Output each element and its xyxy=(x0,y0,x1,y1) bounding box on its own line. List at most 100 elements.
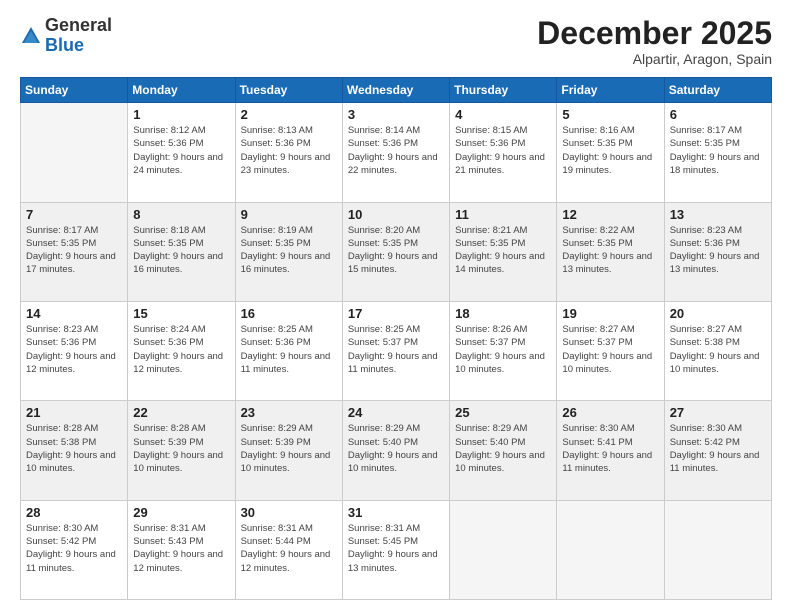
day-info: Sunrise: 8:17 AMSunset: 5:35 PMDaylight:… xyxy=(26,224,122,277)
table-row xyxy=(450,500,557,599)
day-info: Sunrise: 8:31 AMSunset: 5:45 PMDaylight:… xyxy=(348,522,444,575)
day-number: 17 xyxy=(348,306,444,321)
table-row: 6 Sunrise: 8:17 AMSunset: 5:35 PMDaylight… xyxy=(664,103,771,202)
table-row: 26 Sunrise: 8:30 AMSunset: 5:41 PMDayligh… xyxy=(557,401,664,500)
table-row: 28Sunrise: 8:30 AMSunset: 5:42 PMDayligh… xyxy=(21,500,128,599)
table-row xyxy=(557,500,664,599)
day-number: 19 xyxy=(562,306,658,321)
table-row: 21Sunrise: 8:28 AMSunset: 5:38 PMDayligh… xyxy=(21,401,128,500)
table-row: 13 Sunrise: 8:23 AMSunset: 5:36 PMDayligh… xyxy=(664,202,771,301)
day-info: Sunrise: 8:29 AMSunset: 5:40 PMDaylight:… xyxy=(455,422,551,475)
day-number: 29 xyxy=(133,505,229,520)
table-row: 12 Sunrise: 8:22 AMSunset: 5:35 PMDayligh… xyxy=(557,202,664,301)
table-row: 19 Sunrise: 8:27 AMSunset: 5:37 PMDayligh… xyxy=(557,301,664,400)
day-info: Sunrise: 8:13 AMSunset: 5:36 PMDaylight:… xyxy=(241,124,337,177)
table-row: 2 Sunrise: 8:13 AMSunset: 5:36 PMDaylight… xyxy=(235,103,342,202)
table-row: 18 Sunrise: 8:26 AMSunset: 5:37 PMDayligh… xyxy=(450,301,557,400)
header: General Blue December 2025 Alpartir, Ara… xyxy=(20,16,772,67)
day-number: 20 xyxy=(670,306,766,321)
day-info: Sunrise: 8:27 AMSunset: 5:38 PMDaylight:… xyxy=(670,323,766,376)
table-row: 10 Sunrise: 8:20 AMSunset: 5:35 PMDayligh… xyxy=(342,202,449,301)
table-row: 16 Sunrise: 8:25 AMSunset: 5:36 PMDayligh… xyxy=(235,301,342,400)
day-info: Sunrise: 8:21 AMSunset: 5:35 PMDaylight:… xyxy=(455,224,551,277)
calendar-week-row: 28Sunrise: 8:30 AMSunset: 5:42 PMDayligh… xyxy=(21,500,772,599)
table-row: 11 Sunrise: 8:21 AMSunset: 5:35 PMDayligh… xyxy=(450,202,557,301)
month-title: December 2025 xyxy=(537,16,772,51)
day-info: Sunrise: 8:28 AMSunset: 5:39 PMDaylight:… xyxy=(133,422,229,475)
day-number: 1 xyxy=(133,107,229,122)
table-row xyxy=(664,500,771,599)
day-info: Sunrise: 8:18 AMSunset: 5:35 PMDaylight:… xyxy=(133,224,229,277)
day-info: Sunrise: 8:22 AMSunset: 5:35 PMDaylight:… xyxy=(562,224,658,277)
table-row: 15 Sunrise: 8:24 AMSunset: 5:36 PMDayligh… xyxy=(128,301,235,400)
day-number: 16 xyxy=(241,306,337,321)
day-info: Sunrise: 8:20 AMSunset: 5:35 PMDaylight:… xyxy=(348,224,444,277)
day-info: Sunrise: 8:29 AMSunset: 5:39 PMDaylight:… xyxy=(241,422,337,475)
day-info: Sunrise: 8:27 AMSunset: 5:37 PMDaylight:… xyxy=(562,323,658,376)
day-number: 13 xyxy=(670,207,766,222)
day-info: Sunrise: 8:23 AMSunset: 5:36 PMDaylight:… xyxy=(670,224,766,277)
calendar-table: Sunday Monday Tuesday Wednesday Thursday… xyxy=(20,77,772,600)
table-row: 4 Sunrise: 8:15 AMSunset: 5:36 PMDaylight… xyxy=(450,103,557,202)
day-info: Sunrise: 8:28 AMSunset: 5:38 PMDaylight:… xyxy=(26,422,122,475)
day-info: Sunrise: 8:30 AMSunset: 5:42 PMDaylight:… xyxy=(670,422,766,475)
day-number: 14 xyxy=(26,306,122,321)
day-info: Sunrise: 8:17 AMSunset: 5:35 PMDaylight:… xyxy=(670,124,766,177)
day-info: Sunrise: 8:29 AMSunset: 5:40 PMDaylight:… xyxy=(348,422,444,475)
day-number: 26 xyxy=(562,405,658,420)
day-number: 3 xyxy=(348,107,444,122)
table-row: 27Sunrise: 8:30 AMSunset: 5:42 PMDayligh… xyxy=(664,401,771,500)
logo-general-text: General xyxy=(45,16,112,36)
table-row: 23 Sunrise: 8:29 AMSunset: 5:39 PMDayligh… xyxy=(235,401,342,500)
day-number: 2 xyxy=(241,107,337,122)
table-row: 17 Sunrise: 8:25 AMSunset: 5:37 PMDayligh… xyxy=(342,301,449,400)
day-info: Sunrise: 8:24 AMSunset: 5:36 PMDaylight:… xyxy=(133,323,229,376)
table-row: 14 Sunrise: 8:23 AMSunset: 5:36 PMDayligh… xyxy=(21,301,128,400)
table-row: 1 Sunrise: 8:12 AMSunset: 5:36 PMDaylight… xyxy=(128,103,235,202)
logo-icon xyxy=(20,25,42,47)
table-row xyxy=(21,103,128,202)
day-info: Sunrise: 8:31 AMSunset: 5:43 PMDaylight:… xyxy=(133,522,229,575)
day-info: Sunrise: 8:23 AMSunset: 5:36 PMDaylight:… xyxy=(26,323,122,376)
table-row: 8Sunrise: 8:18 AMSunset: 5:35 PMDaylight… xyxy=(128,202,235,301)
day-number: 18 xyxy=(455,306,551,321)
table-row: 30Sunrise: 8:31 AMSunset: 5:44 PMDayligh… xyxy=(235,500,342,599)
day-info: Sunrise: 8:19 AMSunset: 5:35 PMDaylight:… xyxy=(241,224,337,277)
day-number: 23 xyxy=(241,405,337,420)
day-number: 6 xyxy=(670,107,766,122)
col-thursday: Thursday xyxy=(450,78,557,103)
table-row: 31 Sunrise: 8:31 AMSunset: 5:45 PMDayligh… xyxy=(342,500,449,599)
day-number: 22 xyxy=(133,405,229,420)
logo-blue-text: Blue xyxy=(45,36,112,56)
day-info: Sunrise: 8:30 AMSunset: 5:41 PMDaylight:… xyxy=(562,422,658,475)
day-info: Sunrise: 8:30 AMSunset: 5:42 PMDaylight:… xyxy=(26,522,122,575)
day-number: 15 xyxy=(133,306,229,321)
day-info: Sunrise: 8:25 AMSunset: 5:36 PMDaylight:… xyxy=(241,323,337,376)
col-friday: Friday xyxy=(557,78,664,103)
table-row: 20 Sunrise: 8:27 AMSunset: 5:38 PMDayligh… xyxy=(664,301,771,400)
day-info: Sunrise: 8:31 AMSunset: 5:44 PMDaylight:… xyxy=(241,522,337,575)
day-number: 25 xyxy=(455,405,551,420)
logo: General Blue xyxy=(20,16,112,56)
day-number: 5 xyxy=(562,107,658,122)
location: Alpartir, Aragon, Spain xyxy=(537,51,772,67)
day-number: 12 xyxy=(562,207,658,222)
col-sunday: Sunday xyxy=(21,78,128,103)
day-number: 7 xyxy=(26,207,122,222)
day-info: Sunrise: 8:25 AMSunset: 5:37 PMDaylight:… xyxy=(348,323,444,376)
title-block: December 2025 Alpartir, Aragon, Spain xyxy=(537,16,772,67)
day-info: Sunrise: 8:15 AMSunset: 5:36 PMDaylight:… xyxy=(455,124,551,177)
table-row: 5Sunrise: 8:16 AMSunset: 5:35 PMDaylight… xyxy=(557,103,664,202)
table-row: 22 Sunrise: 8:28 AMSunset: 5:39 PMDayligh… xyxy=(128,401,235,500)
day-info: Sunrise: 8:26 AMSunset: 5:37 PMDaylight:… xyxy=(455,323,551,376)
table-row: 29 Sunrise: 8:31 AMSunset: 5:43 PMDayligh… xyxy=(128,500,235,599)
day-number: 31 xyxy=(348,505,444,520)
table-row: 24Sunrise: 8:29 AMSunset: 5:40 PMDayligh… xyxy=(342,401,449,500)
day-number: 4 xyxy=(455,107,551,122)
col-wednesday: Wednesday xyxy=(342,78,449,103)
table-row: 3Sunrise: 8:14 AMSunset: 5:36 PMDaylight… xyxy=(342,103,449,202)
day-info: Sunrise: 8:12 AMSunset: 5:36 PMDaylight:… xyxy=(133,124,229,177)
table-row: 25 Sunrise: 8:29 AMSunset: 5:40 PMDayligh… xyxy=(450,401,557,500)
day-number: 10 xyxy=(348,207,444,222)
day-number: 11 xyxy=(455,207,551,222)
